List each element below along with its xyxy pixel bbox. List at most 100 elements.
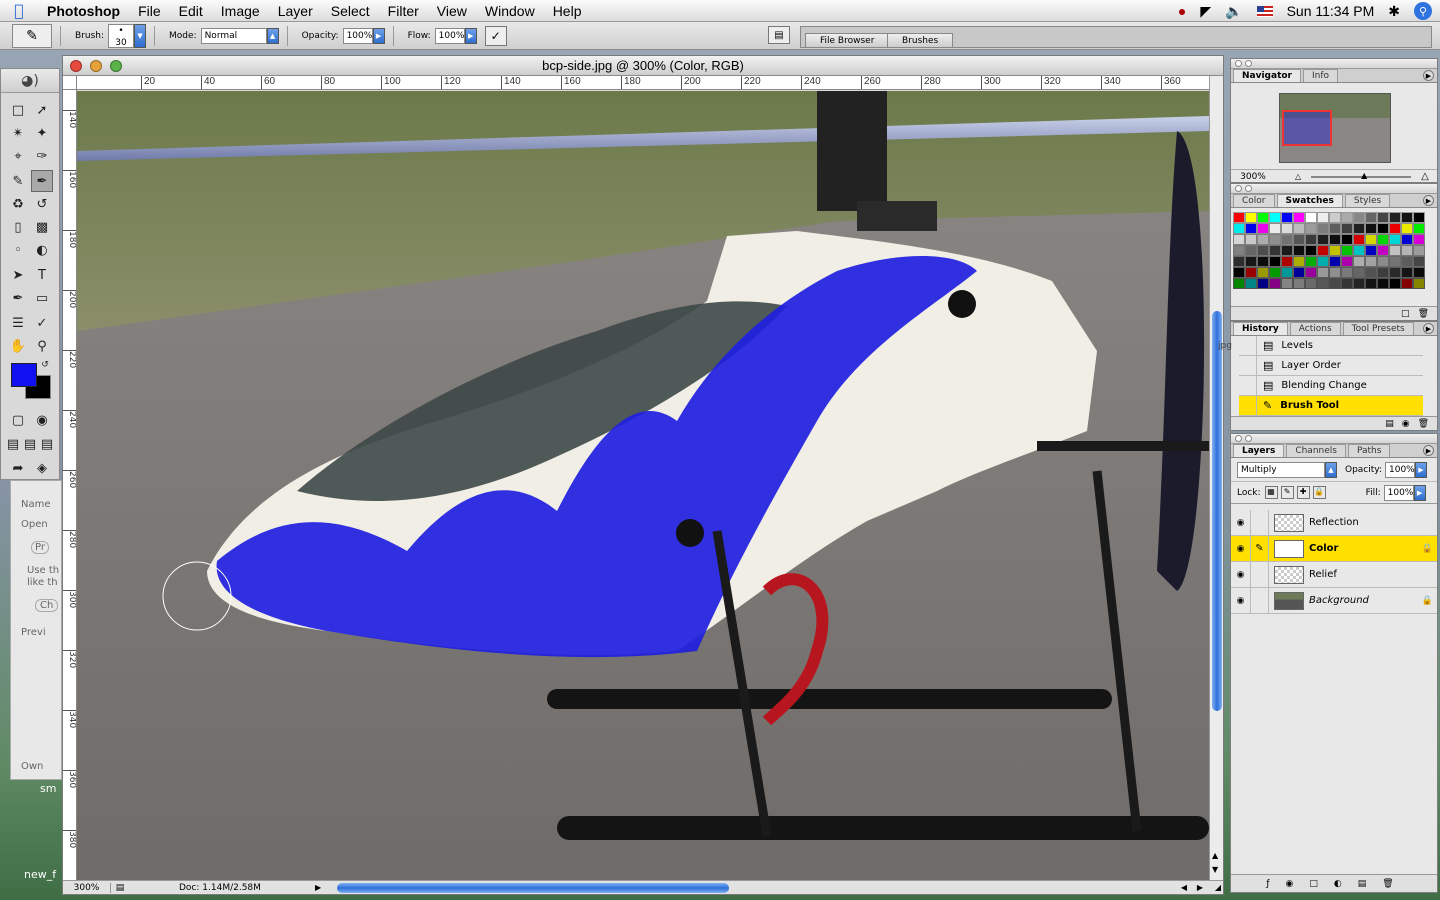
layer-visibility-eye-icon[interactable]: ◉ (1231, 535, 1251, 562)
new-swatch-icon[interactable]: □ (1401, 309, 1410, 319)
tab-channels[interactable]: Channels (1286, 444, 1346, 457)
color-swatch[interactable] (1233, 267, 1245, 278)
color-swatch[interactable] (1305, 267, 1317, 278)
type-tool[interactable]: T (31, 264, 53, 286)
layer-link-cell[interactable] (1251, 561, 1269, 588)
color-swatch[interactable] (1293, 267, 1305, 278)
delete-layer-icon[interactable]: 🗑 (1382, 879, 1393, 889)
color-swatch[interactable] (1257, 234, 1269, 245)
color-swatch[interactable] (1305, 223, 1317, 234)
blend-mode-dropdown-icon[interactable]: ▲ (1325, 461, 1337, 478)
magic-wand-tool[interactable]: ✦ (31, 122, 53, 144)
flow-field[interactable]: 100% (434, 27, 465, 44)
layer-opacity-field[interactable]: 100% (1385, 461, 1415, 478)
brush-picker-button[interactable]: ▼ (134, 23, 147, 48)
quick-mask-button[interactable]: ◉ (31, 409, 53, 431)
tab-layers[interactable]: Layers (1233, 444, 1285, 457)
marquee-tool[interactable]: □ (7, 99, 29, 121)
color-swatch[interactable] (1305, 245, 1317, 256)
menu-file[interactable]: File (129, 3, 170, 19)
palette-well-toggle[interactable]: ▤ (768, 26, 790, 44)
blend-mode-select[interactable]: Multiply (1237, 461, 1325, 478)
airbrush-toggle[interactable]: ✓ (484, 25, 507, 46)
color-swatch[interactable] (1305, 212, 1317, 223)
color-swatch[interactable] (1389, 223, 1401, 234)
tab-file-browser[interactable]: File Browser (805, 33, 890, 48)
color-swatch[interactable] (1281, 278, 1293, 289)
color-swatch[interactable] (1257, 278, 1269, 289)
image-canvas[interactable] (77, 91, 1209, 880)
new-group-icon[interactable]: □ (1309, 879, 1318, 889)
color-swatch[interactable] (1365, 267, 1377, 278)
color-swatch[interactable] (1305, 234, 1317, 245)
color-swatch[interactable] (1317, 245, 1329, 256)
history-state[interactable]: ▤ Layer Order (1239, 355, 1423, 376)
color-swatch[interactable] (1293, 234, 1305, 245)
tab-brushes[interactable]: Brushes (887, 33, 954, 48)
color-swatch[interactable] (1389, 234, 1401, 245)
color-swatch[interactable] (1281, 267, 1293, 278)
screen-mode-full[interactable]: ▤ (39, 433, 55, 455)
tab-history[interactable]: History (1233, 322, 1288, 335)
clock[interactable]: Sun 11:34 PM (1287, 3, 1375, 19)
color-swatch[interactable] (1317, 223, 1329, 234)
color-swatch[interactable] (1401, 223, 1413, 234)
color-swatch[interactable] (1233, 245, 1245, 256)
color-swatch[interactable] (1389, 212, 1401, 223)
history-brush-tool[interactable]: ↺ (31, 193, 53, 215)
path-selection-tool[interactable]: ➤ (7, 264, 29, 286)
opacity-field[interactable]: 100% (342, 27, 373, 44)
color-swatch[interactable] (1269, 212, 1281, 223)
delete-swatch-icon[interactable]: 🗑 (1418, 309, 1429, 319)
color-swatch[interactable] (1257, 256, 1269, 267)
color-swatch[interactable] (1317, 278, 1329, 289)
tab-swatches[interactable]: Swatches (1276, 194, 1343, 207)
horizontal-ruler[interactable]: 20 40 60 80 100 120 140 160 180 200 220 240 260 280 30… (77, 76, 1211, 90)
color-swatch[interactable] (1377, 234, 1389, 245)
color-swatch[interactable] (1317, 234, 1329, 245)
menu-view[interactable]: View (428, 3, 476, 19)
vertical-ruler[interactable]: 140 160 180 200 220 240 260 280 300 320 340 360 380 (63, 90, 77, 880)
menu-select[interactable]: Select (322, 3, 379, 19)
navigator-view-box[interactable] (1282, 110, 1332, 146)
color-swatch[interactable] (1281, 234, 1293, 245)
color-swatch[interactable] (1401, 256, 1413, 267)
color-swatch[interactable] (1329, 212, 1341, 223)
color-swatch[interactable] (1413, 256, 1425, 267)
bg-item-pr[interactable]: Pr (31, 541, 49, 554)
layer-visibility-eye-icon[interactable]: ◉ (1231, 587, 1251, 614)
color-swatch[interactable] (1233, 223, 1245, 234)
color-swatch[interactable] (1377, 278, 1389, 289)
color-swatch[interactable] (1305, 278, 1317, 289)
mode-dropdown-icon[interactable]: ▲ (266, 27, 279, 44)
layer-link-cell[interactable] (1251, 587, 1269, 614)
color-swatch[interactable] (1377, 256, 1389, 267)
color-swatch[interactable] (1269, 223, 1281, 234)
move-tool[interactable]: ➚ (31, 99, 53, 121)
bluetooth-icon[interactable]: ✱ (1388, 3, 1400, 20)
minimize-button[interactable] (90, 60, 102, 72)
blur-tool[interactable]: ◦ (7, 239, 29, 261)
zoom-button[interactable] (110, 60, 122, 72)
color-swatch[interactable] (1281, 223, 1293, 234)
color-swatch[interactable] (1245, 234, 1257, 245)
color-swatch[interactable] (1317, 267, 1329, 278)
vertical-scroll-thumb[interactable] (1212, 311, 1222, 711)
bg-item-ch[interactable]: Ch (35, 599, 59, 612)
color-swatch[interactable] (1233, 278, 1245, 289)
imageready-icon[interactable]: ◈ (31, 457, 53, 479)
layer-row[interactable]: ◉ Background 🔒 (1231, 587, 1437, 614)
crop-tool[interactable]: ⌖ (7, 145, 29, 167)
color-swatch[interactable] (1269, 267, 1281, 278)
color-swatch[interactable] (1389, 245, 1401, 256)
color-swatch[interactable] (1377, 223, 1389, 234)
pen-tool[interactable]: ✒ (7, 287, 29, 309)
zoom-in-icon[interactable]: △ (1421, 171, 1429, 182)
fill-slider-button[interactable]: ▶ (1413, 484, 1426, 501)
tab-navigator[interactable]: Navigator (1233, 69, 1301, 82)
color-swatch[interactable] (1353, 223, 1365, 234)
color-swatch[interactable] (1281, 245, 1293, 256)
color-swatch[interactable] (1401, 278, 1413, 289)
desktop-icon-label-1[interactable]: sm (40, 782, 56, 795)
color-swatch[interactable] (1257, 267, 1269, 278)
